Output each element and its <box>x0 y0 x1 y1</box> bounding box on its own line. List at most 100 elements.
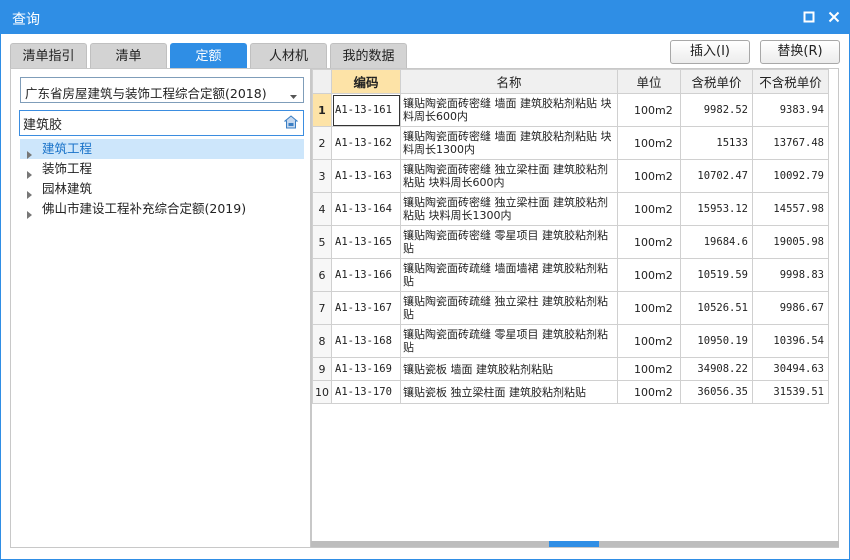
table-row[interactable]: 6 A1-13-166 镶贴陶瓷面砖疏缝 墙面墙裙 建筑胶粘剂粘贴 100m2 … <box>312 258 829 292</box>
cell-price-tax[interactable]: 19684.6 <box>680 225 753 259</box>
cell-code[interactable]: A1-13-162 <box>331 126 401 160</box>
tab-label: 我的数据 <box>342 49 395 64</box>
cell-code[interactable]: A1-13-170 <box>331 380 401 404</box>
tree-item-building[interactable]: 建筑工程 <box>20 139 304 159</box>
col-header-unit[interactable]: 单位 <box>617 69 681 94</box>
cell-price-tax[interactable]: 10519.59 <box>680 258 753 292</box>
table-row[interactable]: 3 A1-13-163 镶贴陶瓷面砖密缝 独立梁柱面 建筑胶粘剂粘贴 块料周长6… <box>312 159 829 193</box>
search-box <box>19 110 304 136</box>
table-row[interactable]: 10 A1-13-170 镶贴瓷板 独立梁柱面 建筑胶粘剂粘贴 100m2 36… <box>312 380 829 404</box>
cell-unit[interactable]: 100m2 <box>617 192 681 226</box>
cell-name[interactable]: 镶贴瓷板 独立梁柱面 建筑胶粘剂粘贴 <box>400 380 618 404</box>
cell-code[interactable]: A1-13-169 <box>331 357 401 381</box>
cell-price-notax[interactable]: 9986.67 <box>752 291 829 325</box>
cell-unit[interactable]: 100m2 <box>617 225 681 259</box>
table-row[interactable]: 1 A1-13-161 镶贴陶瓷面砖密缝 墙面 建筑胶粘剂粘贴 块料周长600内… <box>312 93 829 127</box>
tree-item-decoration[interactable]: 装饰工程 <box>20 159 304 179</box>
col-header-price-tax[interactable]: 含税单价 <box>680 69 753 94</box>
tab-list-guide[interactable]: 清单指引 <box>10 43 87 69</box>
cell-code[interactable]: A1-13-167 <box>331 291 401 325</box>
replace-button[interactable]: 替换(R) <box>760 40 840 64</box>
cell-price-notax[interactable]: 9998.83 <box>752 258 829 292</box>
table-row[interactable]: 8 A1-13-168 镶贴陶瓷面砖疏缝 零星项目 建筑胶粘剂粘贴 100m2 … <box>312 324 829 358</box>
cell-name[interactable]: 镶贴陶瓷面砖疏缝 墙面墙裙 建筑胶粘剂粘贴 <box>400 258 618 292</box>
cell-code[interactable]: A1-13-166 <box>331 258 401 292</box>
table-header: 编码 名称 单位 含税单价 不含税单价 <box>312 69 829 94</box>
cell-name[interactable]: 镶贴陶瓷面砖密缝 零星项目 建筑胶粘剂粘贴 <box>400 225 618 259</box>
cell-code[interactable]: A1-13-163 <box>331 159 401 193</box>
quota-library-select[interactable]: 广东省房屋建筑与装饰工程综合定额(2018) <box>20 77 304 103</box>
cell-price-tax[interactable]: 15953.12 <box>680 192 753 226</box>
cell-code[interactable]: A1-13-161 <box>331 93 401 127</box>
cell-price-tax[interactable]: 15133 <box>680 126 753 160</box>
tree-item-label: 园林建筑 <box>42 181 93 196</box>
tab-quota[interactable]: 定额 <box>170 43 247 69</box>
row-number: 4 <box>312 192 332 226</box>
cell-unit[interactable]: 100m2 <box>617 324 681 358</box>
cell-name[interactable]: 镶贴陶瓷面砖密缝 独立梁柱面 建筑胶粘剂粘贴 块料周长1300内 <box>400 192 618 226</box>
cell-unit[interactable]: 100m2 <box>617 93 681 127</box>
cell-price-notax[interactable]: 31539.51 <box>752 380 829 404</box>
col-header-price-notax[interactable]: 不含税单价 <box>752 69 829 94</box>
home-search-icon[interactable] <box>283 115 299 132</box>
cell-price-tax[interactable]: 9982.52 <box>680 93 753 127</box>
table-row[interactable]: 7 A1-13-167 镶贴陶瓷面砖疏缝 独立梁柱 建筑胶粘剂粘贴 100m2 … <box>312 291 829 325</box>
quota-library-value: 广东省房屋建筑与装饰工程综合定额(2018) <box>25 86 267 101</box>
cell-name[interactable]: 镶贴陶瓷面砖密缝 墙面 建筑胶粘剂粘贴 块料周长1300内 <box>400 126 618 160</box>
insert-button[interactable]: 插入(I) <box>670 40 750 64</box>
search-input[interactable] <box>20 111 275 135</box>
caret-right-icon[interactable] <box>27 205 32 225</box>
row-number: 1 <box>312 93 332 127</box>
cell-name[interactable]: 镶贴陶瓷面砖疏缝 零星项目 建筑胶粘剂粘贴 <box>400 324 618 358</box>
cell-unit[interactable]: 100m2 <box>617 357 681 381</box>
cell-code[interactable]: A1-13-164 <box>331 192 401 226</box>
cell-price-tax[interactable]: 10526.51 <box>680 291 753 325</box>
row-number: 8 <box>312 324 332 358</box>
tab-label: 定额 <box>195 49 222 64</box>
cell-name[interactable]: 镶贴陶瓷面砖疏缝 独立梁柱 建筑胶粘剂粘贴 <box>400 291 618 325</box>
chevron-down-icon[interactable] <box>290 88 297 102</box>
cell-unit[interactable]: 100m2 <box>617 380 681 404</box>
row-number: 9 <box>312 357 332 381</box>
cell-price-tax[interactable]: 10950.19 <box>680 324 753 358</box>
cell-price-notax[interactable]: 10396.54 <box>752 324 829 358</box>
tab-list[interactable]: 清单 <box>90 43 167 69</box>
tree-item-foshan[interactable]: 佛山市建设工程补充综合定额(2019) <box>20 199 304 219</box>
tab-labor-material[interactable]: 人材机 <box>250 43 327 69</box>
tab-label: 清单 <box>115 49 142 64</box>
cell-price-tax[interactable]: 34908.22 <box>680 357 753 381</box>
cell-price-notax[interactable]: 13767.48 <box>752 126 829 160</box>
col-header-rownum <box>312 69 332 94</box>
cell-price-notax[interactable]: 19005.98 <box>752 225 829 259</box>
scrollbar-thumb[interactable] <box>549 541 599 547</box>
cell-name[interactable]: 镶贴瓷板 墙面 建筑胶粘剂粘贴 <box>400 357 618 381</box>
table-row[interactable]: 2 A1-13-162 镶贴陶瓷面砖密缝 墙面 建筑胶粘剂粘贴 块料周长1300… <box>312 126 829 160</box>
tab-my-data[interactable]: 我的数据 <box>330 43 407 69</box>
tree-item-garden[interactable]: 园林建筑 <box>20 179 304 199</box>
cell-price-tax[interactable]: 36056.35 <box>680 380 753 404</box>
quota-grid: 编码 名称 单位 含税单价 不含税单价 1 A1-13-161 镶贴陶瓷面砖密缝… <box>311 68 839 548</box>
col-header-code[interactable]: 编码 <box>331 69 401 94</box>
cell-price-tax[interactable]: 10702.47 <box>680 159 753 193</box>
row-number: 3 <box>312 159 332 193</box>
cell-unit[interactable]: 100m2 <box>617 126 681 160</box>
table-row[interactable]: 9 A1-13-169 镶贴瓷板 墙面 建筑胶粘剂粘贴 100m2 34908.… <box>312 357 829 381</box>
cell-unit[interactable]: 100m2 <box>617 159 681 193</box>
title-bar: 查询 <box>0 0 850 34</box>
cell-unit[interactable]: 100m2 <box>617 291 681 325</box>
cell-price-notax[interactable]: 10092.79 <box>752 159 829 193</box>
cell-code[interactable]: A1-13-168 <box>331 324 401 358</box>
cell-code[interactable]: A1-13-165 <box>331 225 401 259</box>
cell-name[interactable]: 镶贴陶瓷面砖密缝 独立梁柱面 建筑胶粘剂粘贴 块料周长600内 <box>400 159 618 193</box>
cell-price-notax[interactable]: 30494.63 <box>752 357 829 381</box>
cell-price-notax[interactable]: 14557.98 <box>752 192 829 226</box>
cell-name[interactable]: 镶贴陶瓷面砖密缝 墙面 建筑胶粘剂粘贴 块料周长600内 <box>400 93 618 127</box>
table-row[interactable]: 5 A1-13-165 镶贴陶瓷面砖密缝 零星项目 建筑胶粘剂粘贴 100m2 … <box>312 225 829 259</box>
tree-item-label: 装饰工程 <box>42 161 93 176</box>
close-icon[interactable] <box>826 9 842 25</box>
maximize-icon[interactable] <box>801 9 817 25</box>
col-header-name[interactable]: 名称 <box>400 69 618 94</box>
cell-unit[interactable]: 100m2 <box>617 258 681 292</box>
table-row[interactable]: 4 A1-13-164 镶贴陶瓷面砖密缝 独立梁柱面 建筑胶粘剂粘贴 块料周长1… <box>312 192 829 226</box>
cell-price-notax[interactable]: 9383.94 <box>752 93 829 127</box>
